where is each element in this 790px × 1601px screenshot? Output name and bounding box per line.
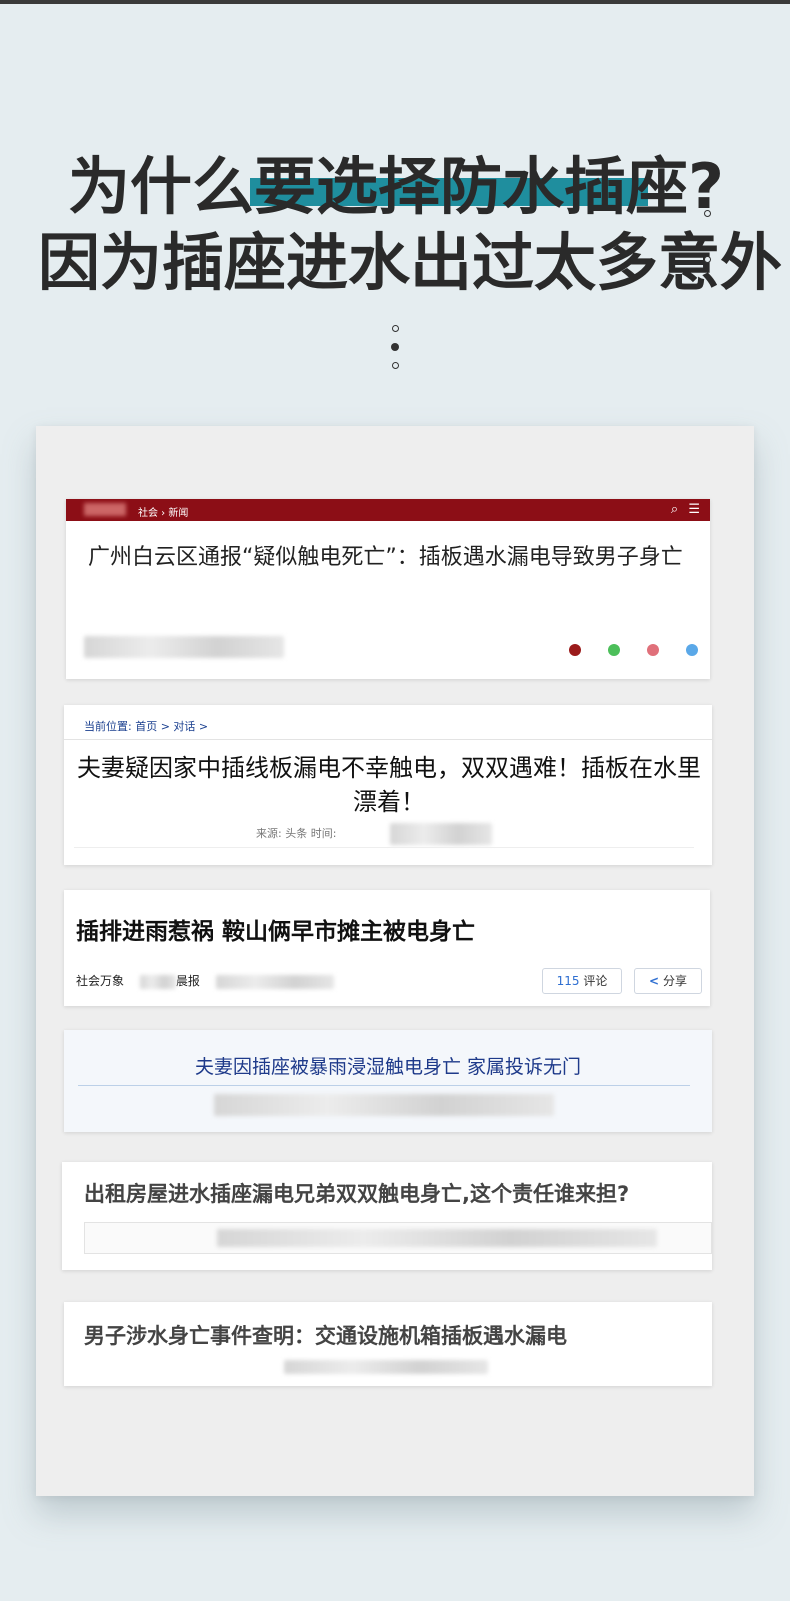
news-card-5[interactable]: 出租房屋进水插座漏电兄弟双双触电身亡,这个责任谁来担? <box>62 1162 712 1270</box>
breadcrumb[interactable]: 当前位置: 首页 > 对话 > <box>84 718 208 734</box>
article-title[interactable]: 出租房屋进水插座漏电兄弟双双触电身亡,这个责任谁来担? <box>84 1178 629 1208</box>
article-title[interactable]: 广州白云区通报“疑似触电死亡”：插板遇水漏电导致男子身亡 <box>88 543 708 573</box>
news-card-2[interactable]: 当前位置: 首页 > 对话 > 夫妻疑因家中插线板漏电不幸触电，双双遇难！插板在… <box>64 705 712 865</box>
decor-dot <box>704 256 711 263</box>
date-blurred <box>215 974 334 989</box>
news-card-6[interactable]: 男子涉水身亡事件查明：交通设施机箱插板遇水漏电 <box>64 1302 712 1386</box>
site-header-bar: 社会 › 新闻 ⌕ ☰ <box>66 499 710 521</box>
meta-box <box>84 1222 712 1254</box>
top-border <box>0 0 790 4</box>
share-label: 分享 <box>662 974 687 988</box>
divider <box>74 847 694 848</box>
share-button[interactable]: < 分享 <box>634 968 702 994</box>
article-title[interactable]: 插排进雨惹祸 鞍山俩早市摊主被电身亡 <box>76 912 475 946</box>
decor-dot <box>704 210 711 217</box>
comment-icon[interactable] <box>568 644 581 656</box>
meta-blurred <box>214 1094 554 1116</box>
site-logo-blurred <box>84 503 126 516</box>
divider <box>78 1085 690 1086</box>
article-title[interactable]: 夫妻疑因家中插线板漏电不幸触电，双双遇难！插板在水里漂着！ <box>74 751 704 819</box>
meta-blurred <box>390 823 492 845</box>
category-label[interactable]: 社会万象 <box>76 974 124 988</box>
meta-blurred <box>217 1229 657 1247</box>
comment-count: 115 <box>556 974 580 988</box>
comment-button[interactable]: 115 评论 <box>542 968 622 994</box>
news-collage-panel: 社会 › 新闻 ⌕ ☰ 广州白云区通报“疑似触电死亡”：插板遇水漏电导致男子身亡… <box>36 426 754 1496</box>
qq-icon[interactable] <box>686 644 698 656</box>
article-title[interactable]: 男子涉水身亡事件查明：交通设施机箱插板遇水漏电 <box>84 1320 567 1350</box>
divider <box>64 739 712 740</box>
dot-hollow <box>391 362 399 369</box>
wechat-icon[interactable] <box>607 644 620 656</box>
weibo-icon[interactable] <box>646 644 659 656</box>
search-icon[interactable]: ⌕ <box>671 502 678 517</box>
article-meta: 社会万象 晨报 <box>76 972 334 989</box>
header-breadcrumb[interactable]: 社会 › 新闻 <box>138 504 188 519</box>
divider-dots <box>390 325 400 380</box>
source-blurred <box>139 974 176 989</box>
source-suffix: 晨报 <box>175 974 200 988</box>
dot-solid <box>391 343 399 351</box>
article-meta: 来源: 头条 时间: <box>256 827 337 840</box>
menu-icon[interactable]: ☰ <box>688 502 700 517</box>
meta-blurred <box>284 1360 488 1374</box>
news-card-3[interactable]: 插排进雨惹祸 鞍山俩早市摊主被电身亡 社会万象 晨报 115 评论 < 分享 <box>64 890 710 1006</box>
article-title[interactable]: 夫妻因插座被暴雨浸湿触电身亡 家属投诉无门 <box>64 1052 712 1079</box>
share-icon: < <box>649 974 660 988</box>
dot-hollow <box>391 325 399 332</box>
share-icons <box>547 641 698 660</box>
headline-line-2: 因为插座进水出过太多意外 <box>38 226 783 299</box>
news-card-4[interactable]: 夫妻因插座被暴雨浸湿触电身亡 家属投诉无门 <box>64 1030 712 1132</box>
news-card-1[interactable]: 社会 › 新闻 ⌕ ☰ 广州白云区通报“疑似触电死亡”：插板遇水漏电导致男子身亡 <box>66 499 710 679</box>
comment-label: 评论 <box>583 974 608 988</box>
article-meta-blurred <box>84 636 284 658</box>
